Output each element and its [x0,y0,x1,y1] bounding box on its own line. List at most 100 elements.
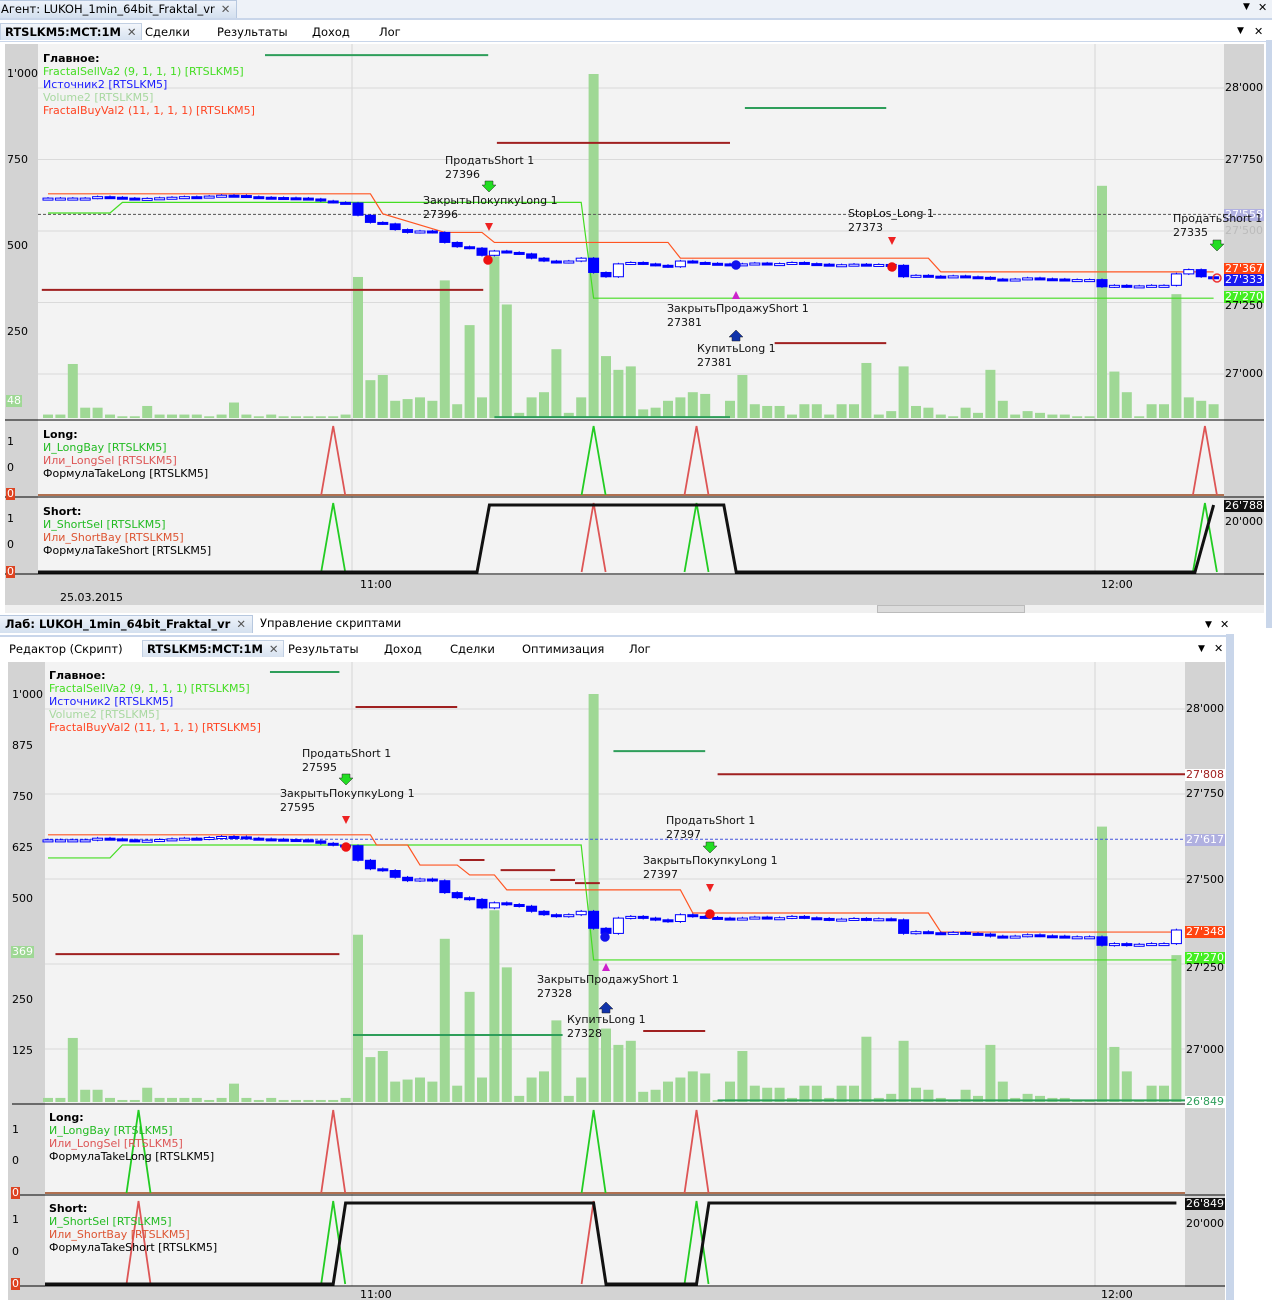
candle-body [265,196,277,200]
signal-spike [1192,425,1218,496]
volume-bar [365,380,376,418]
close-long-marker-icon [485,223,493,231]
legend-title: Главное: [43,52,100,65]
volume-bar [43,1097,53,1102]
bottom-legend-main: Главное: FractalSellVa2 (9, 1, 1, 1) [RT… [49,669,261,734]
candle-body [278,838,290,842]
candle-body [402,229,414,233]
volume-bar [328,416,339,418]
candle-body [426,878,438,882]
volume-bar [204,416,215,418]
volume-bar [861,362,872,418]
volume-bar [55,414,66,418]
legend-volume: Volume2 [RTSLKM5] [43,91,154,104]
volume-bar [142,405,153,418]
volume-bar [749,404,760,418]
volume-bar [129,1099,140,1102]
legend-title: Short: [43,505,82,518]
take-short-line [38,503,1216,574]
signal-spike [580,502,607,573]
volume-bar [824,414,835,418]
volume-bar [464,325,475,418]
candle-body [451,892,463,899]
candle-body [116,196,128,200]
candle-body [327,200,339,204]
bottom-legend-long: Long: И_LongBay [RTSLKM5] Или_LongSel [R… [49,1111,214,1163]
legend-take-long: ФормулаTakeLong [RTSLKM5] [43,467,209,480]
volume-bar [179,414,190,418]
candle-body [426,230,438,234]
candle-body [575,257,587,262]
candle-body [513,251,525,255]
short-tick: 20'000 [1186,1217,1225,1230]
candle-body [1146,943,1158,947]
volume-bar [700,393,711,418]
candle-body [873,263,885,267]
volume-bar [80,1089,91,1102]
candle-body [476,247,488,256]
candle-body [1133,943,1145,947]
candle-body [154,839,166,843]
candle-body [364,214,376,223]
candle-body [960,275,972,279]
signal-spike [580,425,607,496]
volume-tick: 750 [7,153,28,166]
trade-dot [887,262,897,272]
candle-body [1084,936,1096,940]
volume-bar [613,1044,624,1102]
candle-body [488,902,500,909]
volume-bar [340,414,351,418]
candle-body [1046,935,1058,939]
volume-bar [489,910,500,1102]
volume-bar [898,366,909,418]
candle-body [228,194,240,198]
volume-bar [539,392,549,418]
candle-body [612,917,624,934]
legend-title: Главное: [49,669,106,682]
volume-tick: 750 [12,790,33,803]
legend-source: Источник2 [RTSLKM5] [49,695,174,708]
candle-body [811,263,823,267]
candle-body [377,221,389,225]
candle-body [1034,277,1046,281]
long-value-tag: 0 [6,487,15,500]
volume-bar [154,1097,165,1102]
volume-bar [229,402,239,418]
legend-or-short-buy: Или_ShortBay [RTSLKM5] [43,531,184,544]
candle-body [588,257,600,273]
candle-body [984,276,996,280]
volume-bar [836,404,847,418]
volume-tick: 875 [12,739,33,752]
candle-body [352,202,364,216]
candle-body [1034,934,1046,938]
volume-bar [117,1099,128,1102]
fractal-sell-line [48,201,1214,299]
volume-bar [613,369,624,418]
trade-annotation: ПродатьShort 1 27397 [666,814,756,841]
volume-bar [315,416,326,418]
candle-body [439,231,451,243]
price-charts [5,44,1264,1287]
volume-value-tag: 48 [6,394,22,407]
last-price-tag: 27'333 [1224,273,1265,286]
signal-spike [320,425,347,496]
volume-bar [985,1044,996,1102]
volume-bar [849,404,859,418]
candle-body [674,914,686,923]
candle-body [1022,277,1034,281]
short-value-tag: 0 [6,565,15,578]
candle-body [216,836,228,839]
candle-body [1046,278,1058,282]
candle-body [1183,269,1195,275]
candle-body [997,935,1009,939]
candle-body [352,845,364,861]
volume-bar [1183,397,1194,418]
volume-value-tag: 369 [11,945,34,958]
candle-body [1121,284,1133,288]
candle-body [662,264,674,268]
volume-bar [1109,371,1120,418]
candle-body [550,914,562,918]
fractal-buy-line [48,193,1214,273]
candle-body [290,197,302,201]
volume-bar [241,1097,252,1102]
